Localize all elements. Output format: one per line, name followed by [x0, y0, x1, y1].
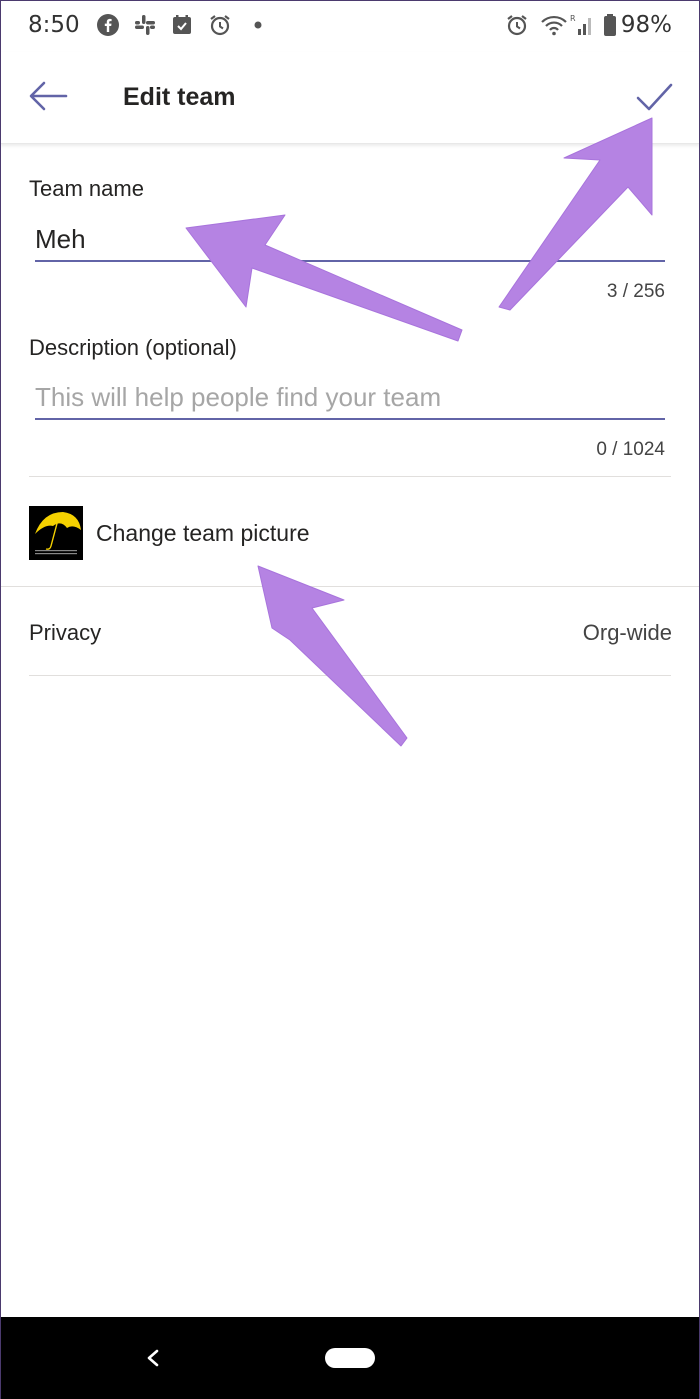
- system-nav-bar: [0, 1317, 700, 1399]
- page-title: Edit team: [123, 83, 236, 111]
- nav-back-button[interactable]: [140, 1343, 166, 1373]
- status-time: 8:50: [28, 12, 80, 38]
- calendar-icon: [173, 15, 191, 34]
- save-button[interactable]: [632, 74, 682, 124]
- facebook-icon: [97, 14, 119, 36]
- wifi-icon: [541, 15, 567, 36]
- back-button[interactable]: [24, 74, 74, 124]
- change-team-picture-label: Change team picture: [96, 520, 310, 546]
- svg-text:R: R: [570, 14, 576, 23]
- alarm-icon: [507, 15, 527, 36]
- team-name-input[interactable]: [35, 218, 665, 262]
- team-name-label: Team name: [29, 176, 144, 201]
- app-bar: Edit team: [0, 52, 700, 144]
- privacy-value: Org-wide: [582, 620, 672, 645]
- nav-home-button[interactable]: [325, 1348, 375, 1368]
- team-picture-thumbnail: [29, 506, 83, 560]
- status-bar: 8:50 R 98%: [0, 0, 700, 52]
- window-frame: [0, 0, 700, 1399]
- divider: [0, 586, 700, 587]
- team-name-counter: 3 / 256: [606, 281, 665, 302]
- alarm-icon: [210, 15, 230, 36]
- battery-icon: [604, 14, 616, 36]
- divider: [29, 476, 671, 477]
- annotation-arrows: [185, 117, 653, 747]
- battery-percent: 98%: [620, 12, 672, 38]
- privacy-label: Privacy: [29, 620, 102, 645]
- chevron-left-icon: [147, 1349, 159, 1367]
- change-team-picture-row[interactable]: Change team picture: [0, 478, 700, 586]
- divider: [29, 675, 671, 676]
- description-input[interactable]: [35, 376, 665, 420]
- checkmark-icon: [636, 83, 673, 111]
- dot-icon: [254, 21, 262, 29]
- description-counter: 0 / 1024: [596, 439, 665, 460]
- arrow-left-icon: [29, 81, 68, 111]
- signal-icon: R: [570, 14, 591, 35]
- description-label: Description (optional): [29, 335, 237, 360]
- slack-icon: [135, 15, 155, 35]
- privacy-row[interactable]: Privacy Org-wide: [0, 588, 700, 676]
